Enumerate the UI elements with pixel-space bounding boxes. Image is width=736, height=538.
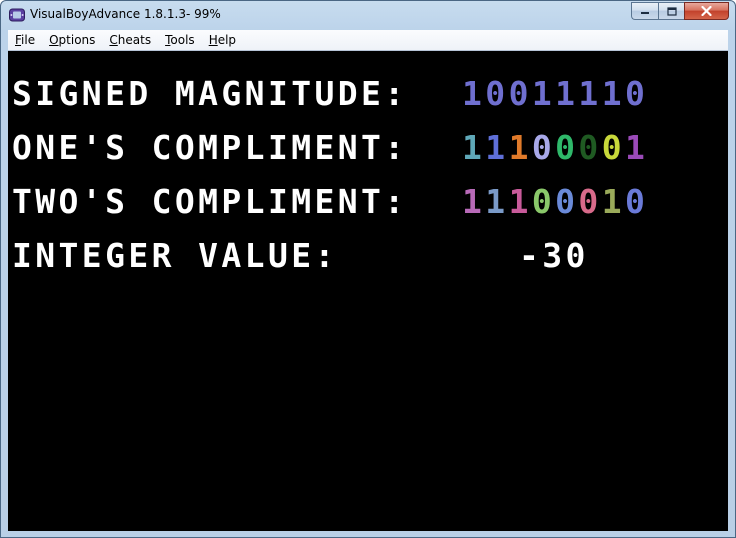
binary-digit: 0: [485, 74, 509, 113]
binary-digit: 1: [508, 182, 532, 221]
integer-value: -30: [519, 236, 589, 275]
binary-digit: 0: [555, 128, 579, 167]
binary-digit: 0: [508, 74, 532, 113]
menu-tools[interactable]: Tools: [158, 30, 202, 50]
menu-help-accelerator: H: [208, 33, 218, 47]
caption-buttons: [631, 2, 729, 21]
menu-bar: File Options Cheats Tools Help: [8, 30, 728, 51]
binary-digit: 1: [485, 128, 509, 167]
twos-complement-value: 11100010: [462, 184, 648, 220]
gameboy-icon: [9, 8, 25, 22]
game-screen[interactable]: SIGNED MAGNITUDE: 10011110 ONE'S COMPLIM…: [8, 51, 728, 531]
menu-options-accelerator: O: [49, 33, 59, 47]
binary-digit: 1: [462, 128, 486, 167]
ones-complement-label: ONE'S COMPLIMENT:: [12, 128, 408, 167]
minimize-icon: [641, 12, 649, 14]
close-icon: [701, 6, 712, 16]
menu-options[interactable]: Options: [42, 30, 102, 50]
binary-digit: 0: [601, 128, 625, 167]
binary-digit: 1: [624, 128, 649, 167]
signed-magnitude-label: SIGNED MAGNITUDE:: [12, 74, 408, 113]
binary-digit: 0: [624, 74, 649, 113]
title-bar[interactable]: VisualBoyAdvance 1.8.1.3- 99%: [1, 1, 735, 30]
menu-cheats-label: heats: [117, 33, 152, 47]
binary-digit: 1: [508, 128, 532, 167]
menu-file-label: ile: [21, 33, 36, 47]
menu-cheats[interactable]: Cheats: [102, 30, 158, 50]
menu-cheats-accelerator: C: [109, 33, 118, 47]
menu-help[interactable]: Help: [202, 30, 243, 50]
binary-digit: 1: [462, 182, 486, 221]
signed-magnitude-value: 10011110: [462, 76, 648, 112]
binary-digit: 0: [531, 182, 556, 221]
binary-digit: 0: [555, 182, 579, 221]
twos-complement-label: TWO'S COMPLIMENT:: [12, 182, 408, 221]
maximize-icon: [666, 6, 677, 16]
binary-digit: 1: [555, 74, 579, 113]
binary-digit: 1: [578, 74, 602, 113]
ones-complement-value: 11100001: [462, 130, 648, 166]
binary-digit: 0: [531, 128, 556, 167]
binary-digit: 1: [531, 74, 556, 113]
minimize-button[interactable]: [631, 2, 658, 20]
binary-digit: 0: [578, 128, 602, 167]
menu-file[interactable]: File: [8, 30, 42, 50]
binary-digit: 1: [601, 74, 625, 113]
menu-options-label: ptions: [58, 33, 96, 47]
menu-tools-label: ools: [170, 33, 195, 47]
close-button[interactable]: [684, 2, 729, 20]
binary-digit: 1: [485, 182, 509, 221]
maximize-button[interactable]: [658, 2, 684, 20]
menu-help-label: elp: [217, 33, 237, 47]
integer-value-label: INTEGER VALUE:: [12, 236, 338, 275]
window-title: VisualBoyAdvance 1.8.1.3- 99%: [30, 7, 221, 21]
binary-digit: 0: [624, 182, 649, 221]
binary-digit: 1: [462, 74, 486, 113]
binary-digit: 0: [578, 182, 602, 221]
binary-digit: 1: [601, 182, 625, 221]
app-window: VisualBoyAdvance 1.8.1.3- 99% File Optio…: [0, 0, 736, 538]
